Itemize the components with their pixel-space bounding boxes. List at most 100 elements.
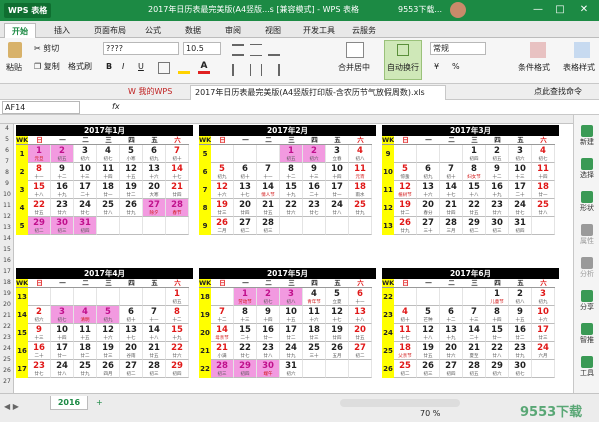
day-cell[interactable]: 15 廿一 xyxy=(486,324,509,342)
row-number[interactable]: 20 xyxy=(0,301,14,308)
row-number[interactable]: 12 xyxy=(0,213,14,220)
day-cell[interactable]: 6 初九 xyxy=(143,145,166,163)
side-panel-properties[interactable]: 属性 xyxy=(574,224,599,246)
side-panel-smart[interactable]: 智推 xyxy=(574,323,599,345)
day-cell[interactable]: 12 十八 xyxy=(417,324,440,342)
day-cell[interactable]: 21 廿五 xyxy=(257,199,280,217)
fx-icon[interactable]: fx xyxy=(112,102,120,111)
merge-center-icon[interactable] xyxy=(346,42,364,58)
close-button[interactable]: ✕ xyxy=(576,2,592,18)
day-cell[interactable] xyxy=(417,145,440,163)
day-cell[interactable]: 3 初六 xyxy=(509,145,532,163)
worksheet[interactable]: 4 5 6 7 8 9 10 11 12 13 14 15 16 17 18 19 20 21 22 23 24 25 26… xyxy=(0,115,573,393)
day-cell[interactable]: 23 廿六 xyxy=(486,199,509,217)
day-cell[interactable]: 18 廿三 xyxy=(303,324,326,342)
day-cell[interactable]: 3 初九 xyxy=(532,288,555,306)
paste-icon[interactable] xyxy=(8,42,22,58)
day-cell[interactable]: 26 四月 xyxy=(97,360,120,378)
bold-button[interactable]: B xyxy=(106,62,112,71)
day-cell[interactable]: 11 十五 xyxy=(74,324,97,342)
day-cell[interactable]: 7 十一 xyxy=(257,163,280,181)
app-logo[interactable]: WPS 表格 xyxy=(4,3,52,18)
day-cell[interactable]: 11 元宵 xyxy=(349,163,372,181)
day-cell[interactable]: 19 廿五 xyxy=(417,342,440,360)
day-cell[interactable]: 23 廿八 xyxy=(257,342,280,360)
row-number[interactable]: 19 xyxy=(0,290,14,297)
day-cell[interactable] xyxy=(120,288,143,306)
day-cell[interactable]: 29 初四 xyxy=(234,360,257,378)
day-cell[interactable]: 28 初三 xyxy=(143,360,166,378)
day-cell[interactable]: 14 母亲节 xyxy=(211,324,234,342)
align-bottom-icon[interactable] xyxy=(268,44,280,56)
underline-button[interactable]: U xyxy=(138,62,144,71)
day-cell[interactable]: 22 廿六 xyxy=(280,199,303,217)
day-cell[interactable]: 6 初十 xyxy=(234,163,257,181)
day-cell[interactable]: 17 二十 xyxy=(74,181,97,199)
copy-button[interactable]: ❐ 复制 xyxy=(34,61,60,72)
day-cell[interactable]: 17 廿三 xyxy=(532,324,555,342)
day-cell[interactable] xyxy=(303,360,326,378)
day-cell[interactable]: 18 廿二 xyxy=(74,342,97,360)
day-cell[interactable] xyxy=(394,288,417,306)
day-cell[interactable]: 25 廿八 xyxy=(97,199,120,217)
row-number[interactable]: 25 xyxy=(0,356,14,363)
align-center-icon[interactable] xyxy=(250,64,262,76)
tab-my-wps[interactable]: W 我的WPS xyxy=(124,85,176,100)
day-cell[interactable]: 20 谷雨 xyxy=(120,342,143,360)
day-cell[interactable]: 26 初三 xyxy=(417,360,440,378)
font-size-select[interactable]: 10.5 xyxy=(183,42,221,55)
day-cell[interactable] xyxy=(28,288,51,306)
day-cell[interactable]: 30 初三 xyxy=(486,217,509,235)
day-cell[interactable]: 19 廿三 xyxy=(211,199,234,217)
day-cell[interactable]: 2 初八 xyxy=(509,288,532,306)
day-cell[interactable]: 21 廿五 xyxy=(143,342,166,360)
fill-color-icon[interactable] xyxy=(178,62,190,74)
day-cell[interactable]: 14 十八 xyxy=(143,324,166,342)
side-panel-select[interactable]: 选择 xyxy=(574,158,599,180)
day-cell[interactable]: 29 初六 xyxy=(486,360,509,378)
row-number[interactable]: 13 xyxy=(0,224,14,231)
day-cell[interactable] xyxy=(97,288,120,306)
day-cell[interactable]: 3 初八 xyxy=(280,288,303,306)
tab-cloud[interactable]: 云服务 xyxy=(346,23,382,38)
name-box[interactable]: AF14 xyxy=(2,101,80,114)
row-number[interactable]: 9 xyxy=(0,180,14,187)
day-cell[interactable]: 11 十四 xyxy=(532,163,555,181)
day-cell[interactable]: 12 十六 xyxy=(211,181,234,199)
day-cell[interactable] xyxy=(74,288,97,306)
row-number[interactable]: 10 xyxy=(0,191,14,198)
tab-developer[interactable]: 开发工具 xyxy=(298,23,340,38)
day-cell[interactable]: 9 十二 xyxy=(486,163,509,181)
day-cell[interactable]: 31 初六 xyxy=(280,360,303,378)
day-cell[interactable]: 17 廿二 xyxy=(280,324,303,342)
row-number[interactable]: 7 xyxy=(0,158,14,165)
day-cell[interactable] xyxy=(303,217,326,235)
merge-center-button[interactable]: 合并居中 xyxy=(338,62,370,73)
day-cell[interactable]: 25 廿八 xyxy=(532,199,555,217)
day-cell[interactable]: 2 初七 xyxy=(257,288,280,306)
formula-input[interactable] xyxy=(128,101,596,114)
day-cell[interactable]: 6 十一 xyxy=(349,288,372,306)
day-cell[interactable]: 7 十三 xyxy=(463,306,486,324)
day-cell[interactable] xyxy=(280,217,303,235)
day-cell[interactable]: 1 劳动节 xyxy=(234,288,257,306)
table-style-button[interactable]: 表格样式 xyxy=(563,62,599,73)
day-cell[interactable]: 16 廿二 xyxy=(509,324,532,342)
day-cell[interactable]: 7 十一 xyxy=(143,306,166,324)
paste-button[interactable]: 粘贴 xyxy=(6,62,22,73)
day-cell[interactable]: 13 十六 xyxy=(417,181,440,199)
day-cell[interactable]: 15 十八 xyxy=(463,181,486,199)
day-cell[interactable] xyxy=(211,145,234,163)
row-number[interactable]: 23 xyxy=(0,334,14,341)
tab-home[interactable]: 开始 xyxy=(4,23,36,38)
day-cell[interactable]: 17 廿一 xyxy=(326,181,349,199)
day-cell[interactable]: 8 十三 xyxy=(234,306,257,324)
day-cell[interactable] xyxy=(394,145,417,163)
day-cell[interactable]: 6 初十 xyxy=(120,306,143,324)
font-color-icon[interactable]: A xyxy=(198,62,210,74)
day-cell[interactable]: 3 初七 xyxy=(51,306,74,324)
day-cell[interactable]: 22 廿七 xyxy=(234,342,257,360)
day-cell[interactable]: 23 廿七 xyxy=(28,360,51,378)
day-cell[interactable] xyxy=(234,145,257,163)
day-cell[interactable]: 9 十二 xyxy=(51,163,74,181)
